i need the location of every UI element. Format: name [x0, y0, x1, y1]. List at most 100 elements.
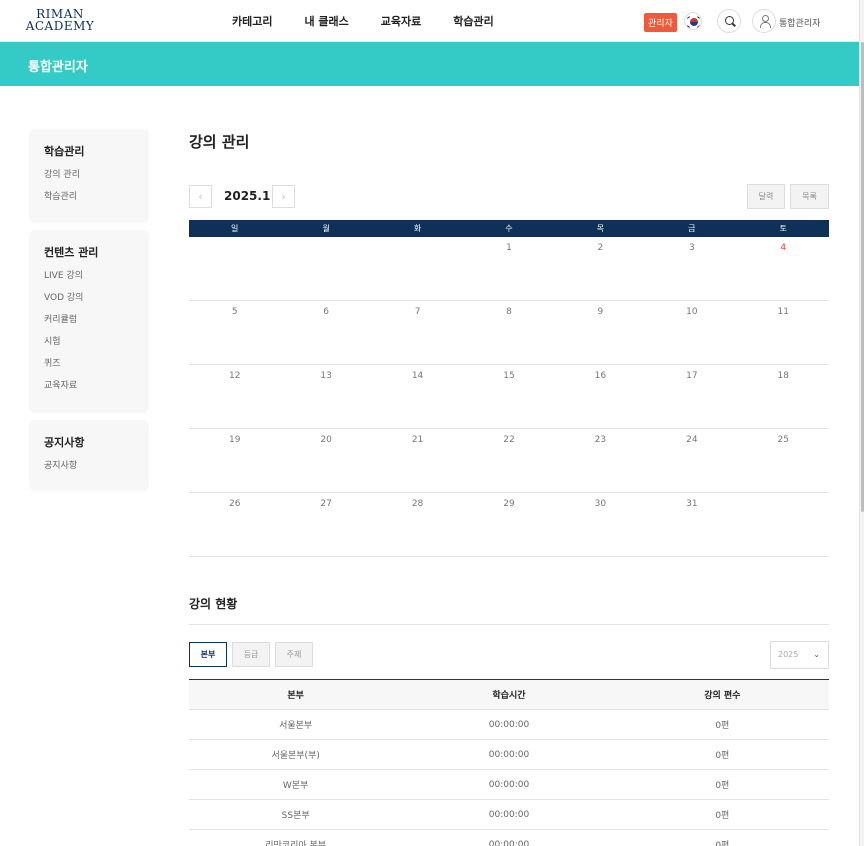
- flag-trigram: [696, 16, 701, 19]
- calendar-day[interactable]: 2: [555, 237, 646, 300]
- calendar-day[interactable]: 28: [372, 493, 463, 556]
- calendar-week: 5 6 7 8 9 10 11: [189, 301, 829, 365]
- logo-line-2: ACADEMY: [25, 19, 95, 33]
- cell-study-time: 00:00:00: [402, 739, 616, 770]
- calendar-day[interactable]: 13: [280, 365, 371, 428]
- calendar-day[interactable]: 29: [463, 493, 554, 556]
- table-row: SS본부 00:00:00 0편: [189, 799, 829, 830]
- calendar-day[interactable]: 10: [646, 301, 737, 364]
- calendar-day[interactable]: 24: [646, 429, 737, 492]
- calendar-day[interactable]: 26: [189, 493, 280, 556]
- cell-lecture-count: 0편: [615, 829, 829, 846]
- sidebar-item-notice[interactable]: 공지사항: [44, 460, 134, 472]
- nav-category[interactable]: 카테고리: [232, 13, 272, 29]
- flag-trigram: [686, 25, 691, 28]
- user-icon[interactable]: [752, 9, 776, 33]
- sidebar-item-lecture-management[interactable]: 강의 관리: [44, 169, 134, 181]
- calendar-day[interactable]: [738, 493, 829, 556]
- calendar-day[interactable]: 21: [372, 429, 463, 492]
- year-select[interactable]: 2025 ⌄: [770, 641, 829, 669]
- user-name[interactable]: 통합관리자: [779, 16, 820, 29]
- cell-lecture-count: 0편: [615, 769, 829, 800]
- calendar-week: 1 2 3 4: [189, 237, 829, 301]
- calendar-day[interactable]: 11: [738, 301, 829, 364]
- page: RIMAN ACADEMY 카테고리 내 클래스 교육자료 학습관리 관리자 통…: [0, 0, 864, 846]
- cell-lecture-count: 0편: [615, 739, 829, 770]
- search-icon[interactable]: [717, 9, 741, 33]
- column-header: 강의 편수: [615, 679, 829, 710]
- sidebar-item-quiz[interactable]: 퀴즈: [44, 358, 134, 370]
- calendar-day[interactable]: 8: [463, 301, 554, 364]
- cell-study-time: 00:00:00: [402, 709, 616, 740]
- sidebar-group-title: 컨텐츠 관리: [44, 246, 99, 259]
- column-header: 본부: [189, 679, 403, 710]
- nav-learning-management[interactable]: 학습관리: [453, 13, 493, 29]
- table-row: W본부 00:00:00 0편: [189, 769, 829, 800]
- weekday-mon: 월: [322, 224, 330, 233]
- korea-flag-icon[interactable]: [684, 12, 702, 30]
- calendar-day[interactable]: 18: [738, 365, 829, 428]
- cell-lecture-count: 0편: [615, 709, 829, 740]
- calendar-day[interactable]: 20: [280, 429, 371, 492]
- weekday-tue: 화: [413, 224, 422, 233]
- cell-lecture-count: 0편: [615, 799, 829, 830]
- cell-headquarters: 서울본부: [189, 709, 403, 740]
- banner-title: 통합관리자: [28, 60, 88, 75]
- next-month-button[interactable]: ›: [272, 185, 295, 208]
- calendar-weekday-header: 일 월 화 수 목 금 토: [189, 220, 829, 237]
- sidebar-group-title: 공지사항: [44, 436, 85, 449]
- calendar-day[interactable]: 7: [372, 301, 463, 364]
- sidebar-group-content: 컨텐츠 관리 LIVE 강의 VOD 강의 커리큘럼 시험 퀴즈 교육자료: [29, 230, 149, 413]
- admin-badge[interactable]: 관리자: [644, 13, 677, 32]
- sidebar-item-live[interactable]: LIVE 강의: [44, 270, 134, 282]
- calendar-day[interactable]: 25: [738, 429, 829, 492]
- calendar-day[interactable]: 3: [646, 237, 737, 300]
- calendar-day[interactable]: 31: [646, 493, 737, 556]
- calendar-week: 12 13 14 15 16 17 18: [189, 365, 829, 429]
- weekday-fri: 금: [688, 224, 696, 233]
- list-view-button[interactable]: 목록: [790, 184, 829, 209]
- sidebar-item-materials[interactable]: 교육자료: [44, 380, 134, 392]
- sidebar-item-vod[interactable]: VOD 강의: [44, 292, 134, 304]
- tab-topic[interactable]: 주제: [275, 642, 313, 667]
- calendar-day[interactable]: 6: [280, 301, 371, 364]
- sidebar-item-curriculum[interactable]: 커리큘럼: [44, 314, 134, 326]
- calendar-day[interactable]: 9: [555, 301, 646, 364]
- sidebar-item-learning-management[interactable]: 학습관리: [44, 191, 134, 203]
- page-title: 강의 관리: [189, 133, 250, 151]
- sidebar-item-exam[interactable]: 시험: [44, 336, 134, 348]
- year-select-value: 2025: [778, 650, 799, 659]
- calendar-day[interactable]: 23: [555, 429, 646, 492]
- divider: [189, 624, 829, 625]
- tab-headquarters[interactable]: 본부: [189, 642, 227, 667]
- calendar-day[interactable]: 4: [738, 237, 829, 300]
- prev-month-button[interactable]: ‹: [189, 185, 212, 208]
- calendar-day[interactable]: 12: [189, 365, 280, 428]
- calendar-day[interactable]: 15: [463, 365, 554, 428]
- calendar-day[interactable]: 16: [555, 365, 646, 428]
- nav-my-class[interactable]: 내 클래스: [304, 13, 348, 29]
- calendar-day[interactable]: 22: [463, 429, 554, 492]
- calendar-day[interactable]: [280, 237, 371, 300]
- calendar-day[interactable]: 1: [463, 237, 554, 300]
- calendar-day[interactable]: 17: [646, 365, 737, 428]
- calendar-day[interactable]: 19: [189, 429, 280, 492]
- calendar-week: 26 27 28 29 30 31: [189, 493, 829, 557]
- nav-materials[interactable]: 교육자료: [381, 13, 421, 29]
- flag-trigram: [686, 16, 691, 19]
- riman-academy-logo[interactable]: RIMAN ACADEMY: [25, 8, 95, 32]
- calendar-day[interactable]: 30: [555, 493, 646, 556]
- calendar-day[interactable]: 14: [372, 365, 463, 428]
- tab-grade[interactable]: 등급: [232, 642, 270, 667]
- weekday-thu: 목: [596, 224, 605, 233]
- calendar-day[interactable]: 27: [280, 493, 371, 556]
- table-row: 서울본부 00:00:00 0편: [189, 709, 829, 740]
- calendar-day[interactable]: 5: [189, 301, 280, 364]
- flag-taegeuk: [690, 18, 698, 26]
- flag-trigram: [696, 25, 701, 28]
- calendar-view-button[interactable]: 달력: [747, 184, 785, 209]
- page-scrollbar[interactable]: [859, 0, 864, 846]
- calendar-day[interactable]: [372, 237, 463, 300]
- table-row: 서울본부(부) 00:00:00 0편: [189, 739, 829, 770]
- calendar-day[interactable]: [189, 237, 280, 300]
